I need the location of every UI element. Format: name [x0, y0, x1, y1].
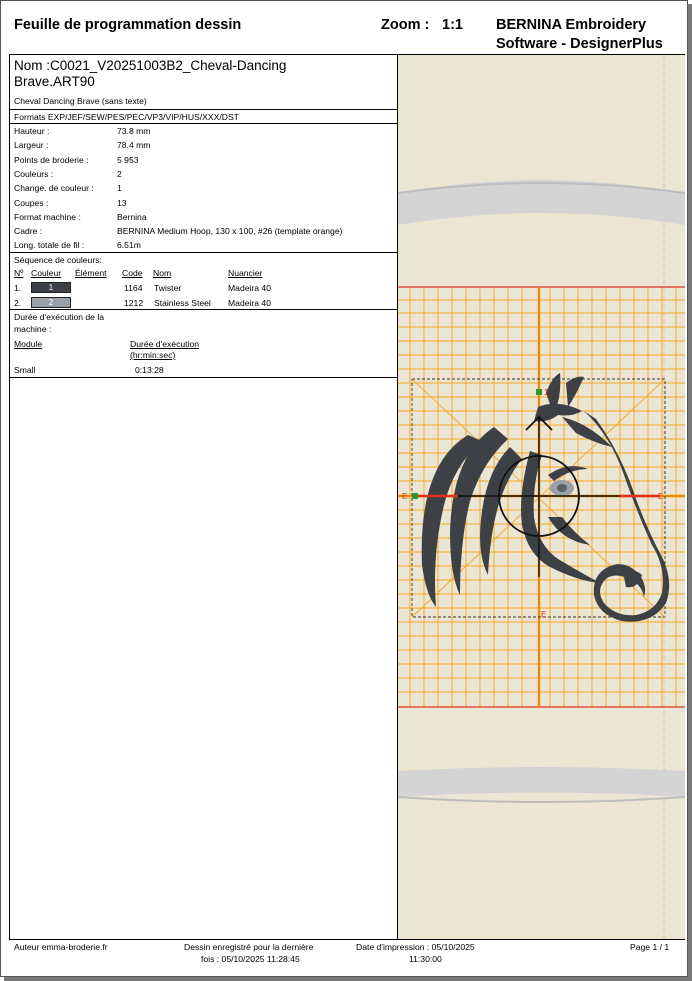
hoop-label-top: 1 — [544, 388, 549, 397]
runtime-duration: 0:13:28 — [135, 365, 164, 375]
separator — [10, 252, 397, 253]
start-point-icon — [412, 493, 418, 499]
color-swatch: 1 — [31, 282, 71, 293]
hoop-preview-graphic: 1 E E E — [398, 55, 685, 939]
property-value: 1 — [117, 183, 122, 193]
horse-eye-pupil — [557, 484, 567, 492]
color-row-num: 2. — [14, 298, 22, 308]
footer-author: Auteur emma-broderie.fr — [14, 942, 108, 952]
hoop-band-bottom — [398, 767, 685, 797]
runtime-module: Small — [14, 365, 36, 375]
property-label: Couleurs : — [14, 169, 54, 179]
hoop-label-right: E — [658, 492, 663, 501]
property-value: Bernina — [117, 212, 147, 222]
property-value: BERNINA Medium Hoop, 130 x 100, #26 (tem… — [117, 226, 343, 236]
runtime-col-duration-line-2: (hr:min:sec) — [130, 350, 176, 360]
page-shadow-bottom — [4, 977, 692, 981]
property-label: Largeur : — [14, 140, 49, 150]
property-label: Long. totale de fil : — [14, 240, 85, 250]
footer-printed-line-2: 11:30:00 — [409, 954, 442, 964]
col-header-element: Élément — [75, 268, 107, 278]
footer-page-number: Page 1 / 1 — [630, 942, 670, 952]
color-row-code: 1164 — [124, 283, 143, 293]
footer-saved-line-2: fois : 05/10/2025 11:28:45 — [201, 954, 300, 964]
hoop-band-bottom-edge — [398, 796, 685, 803]
separator — [10, 309, 397, 310]
col-header-chart: Nuancier — [228, 268, 263, 278]
color-row-name: Stainless Steel — [154, 298, 211, 308]
color-row-chart: Madeira 40 — [228, 298, 271, 308]
top-point-icon — [536, 389, 542, 395]
design-name-line-2: Brave.ART90 — [14, 74, 95, 89]
color-swatch: 2 — [31, 297, 71, 308]
property-value: 5 953 — [117, 155, 139, 165]
brand-line-1: BERNINA Embroidery — [496, 17, 647, 33]
hoop-band-top — [398, 180, 685, 225]
zoom-label: Zoom : — [381, 17, 430, 33]
runtime-title-line-1: Durée d'exécution de la — [14, 312, 105, 322]
footer-printed-line-1: Date d'impression : 05/10/2025 — [356, 942, 475, 952]
property-value: 6.51m — [117, 240, 141, 250]
hoop-label-bottom: E — [541, 610, 546, 619]
footer-saved-line-1: Dessin enregistré pour la dernière — [184, 942, 314, 952]
page-shadow-right — [688, 4, 692, 981]
design-formats: Formats EXP/JEF/SEW/PES/PEC/VP3/VIP/HUS/… — [14, 112, 239, 122]
design-description: Cheval Dancing Brave (sans texte) — [14, 96, 147, 106]
property-label: Format machine : — [14, 212, 81, 222]
col-header-name: Nom — [153, 268, 172, 278]
brand-line-2: Software - DesignerPlus — [496, 36, 663, 52]
separator — [10, 377, 397, 378]
design-preview: 1 E E E — [398, 55, 685, 939]
hoop-label-left: E — [402, 492, 407, 501]
design-name-line-1: Nom :C0021_V20251003B2_Cheval-Dancing — [14, 58, 287, 73]
color-row-chart: Madeira 40 — [228, 283, 271, 293]
col-header-num: Nº — [14, 268, 24, 278]
color-row-code: 1212 — [124, 298, 144, 308]
separator — [10, 123, 397, 124]
runtime-title-line-2: machine : — [14, 324, 52, 334]
runtime-col-duration-line-1: Durée d'exécution — [130, 339, 200, 349]
content-frame: Nom :C0021_V20251003B2_Cheval-Dancing Br… — [9, 54, 685, 940]
color-row-num: 1. — [14, 283, 22, 293]
col-header-color: Couleur — [31, 268, 62, 278]
separator — [10, 109, 397, 110]
property-value: 73.8 mm — [117, 126, 151, 136]
property-label: Cadre : — [14, 226, 43, 236]
col-header-code: Code — [122, 268, 143, 278]
property-value: 13 — [117, 198, 127, 208]
property-label: Change. de couleur : — [14, 183, 94, 193]
property-label: Points de broderie : — [14, 155, 89, 165]
sheet-title: Feuille de programmation dessin — [14, 17, 242, 33]
color-row-name: Twister — [154, 283, 182, 293]
property-label: Coupes : — [14, 198, 49, 208]
runtime-col-module: Module — [14, 339, 43, 349]
zoom-value: 1:1 — [442, 17, 463, 33]
property-label: Hauteur : — [14, 126, 50, 136]
property-value: 78.4 mm — [117, 140, 151, 150]
print-sheet: Feuille de programmation dessin Zoom : 1… — [0, 0, 688, 977]
property-value: 2 — [117, 169, 122, 179]
color-sequence-title: Séquence de couleurs: — [14, 255, 102, 265]
